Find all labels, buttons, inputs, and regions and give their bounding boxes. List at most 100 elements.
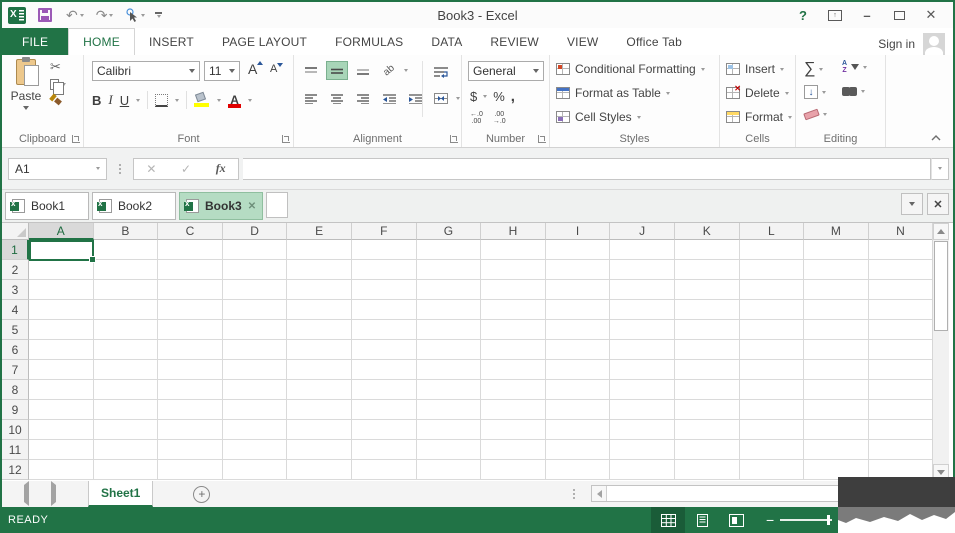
cell[interactable] xyxy=(610,460,675,480)
cell[interactable] xyxy=(158,380,223,400)
cell[interactable] xyxy=(675,400,740,420)
cell[interactable] xyxy=(223,380,288,400)
cell[interactable] xyxy=(610,300,675,320)
row-header[interactable]: 8 xyxy=(2,380,29,400)
cell[interactable] xyxy=(287,240,352,260)
cell[interactable] xyxy=(352,280,417,300)
column-header[interactable]: E xyxy=(287,223,352,240)
sheet-tab[interactable]: Sheet1 xyxy=(88,481,153,507)
ribbon-tab[interactable]: PAGE LAYOUT xyxy=(208,28,321,55)
cell[interactable] xyxy=(869,240,934,260)
cell[interactable] xyxy=(740,360,805,380)
row-header[interactable]: 11 xyxy=(2,440,29,460)
cell[interactable] xyxy=(610,240,675,260)
cell[interactable] xyxy=(29,400,94,420)
cell[interactable] xyxy=(675,460,740,480)
cell[interactable] xyxy=(610,440,675,460)
cell[interactable] xyxy=(610,340,675,360)
accounting-dropdown-icon[interactable] xyxy=(483,95,487,98)
workbook-tab-close-icon[interactable]: ✕ xyxy=(248,201,256,212)
cell[interactable] xyxy=(675,300,740,320)
workbook-tab[interactable]: Book1 ✕ xyxy=(5,192,89,220)
ribbon-tab[interactable]: INSERT xyxy=(135,28,208,55)
cell[interactable] xyxy=(223,240,288,260)
cell[interactable] xyxy=(223,340,288,360)
cell[interactable] xyxy=(352,460,417,480)
cell[interactable] xyxy=(804,380,869,400)
scroll-left-button[interactable] xyxy=(592,486,607,501)
paste-button[interactable]: Paste xyxy=(6,59,46,131)
column-header[interactable]: H xyxy=(481,223,546,240)
close-button[interactable]: ✕ xyxy=(917,5,945,25)
conditional-formatting-button[interactable]: Conditional Formatting xyxy=(556,62,705,76)
formula-bar-grip[interactable] xyxy=(119,164,121,174)
cell[interactable] xyxy=(869,340,934,360)
undo-dropdown-icon[interactable] xyxy=(80,14,84,17)
borders-dropdown-icon[interactable] xyxy=(175,99,179,102)
sign-in-link[interactable]: Sign in xyxy=(878,37,915,51)
ribbon-tab[interactable]: VIEW xyxy=(553,28,612,55)
cell[interactable] xyxy=(223,320,288,340)
new-workbook-tab-stub[interactable] xyxy=(266,192,288,218)
column-header[interactable]: I xyxy=(546,223,611,240)
italic-button[interactable]: I xyxy=(108,92,112,108)
cell[interactable] xyxy=(546,460,611,480)
column-header[interactable]: N xyxy=(869,223,934,240)
grow-font-button[interactable]: A xyxy=(248,61,263,77)
collapse-ribbon-button[interactable] xyxy=(931,135,941,141)
cell[interactable] xyxy=(29,420,94,440)
accounting-format-button[interactable]: $ xyxy=(470,89,477,104)
cell[interactable] xyxy=(223,420,288,440)
cell[interactable] xyxy=(158,260,223,280)
sheet-bar-grip[interactable] xyxy=(573,489,575,499)
cell[interactable] xyxy=(94,300,159,320)
bold-button[interactable]: B xyxy=(92,93,101,108)
vertical-scrollbar-thumb[interactable] xyxy=(934,241,948,331)
cell[interactable] xyxy=(481,460,546,480)
cell[interactable] xyxy=(481,380,546,400)
cell[interactable] xyxy=(158,460,223,480)
undo-button[interactable]: ↶ xyxy=(66,8,84,22)
cell[interactable] xyxy=(158,320,223,340)
align-center-button[interactable] xyxy=(326,89,348,108)
cell[interactable] xyxy=(29,260,94,280)
cell[interactable] xyxy=(417,340,482,360)
wrap-text-button[interactable] xyxy=(430,62,452,81)
number-dialog-launcher[interactable] xyxy=(538,135,546,143)
align-left-button[interactable] xyxy=(300,89,322,108)
cell[interactable] xyxy=(675,240,740,260)
ribbon-tab[interactable]: DATA xyxy=(417,28,476,55)
font-name-select[interactable]: Calibri xyxy=(92,61,200,81)
cell[interactable] xyxy=(546,360,611,380)
cell[interactable] xyxy=(740,420,805,440)
cell[interactable] xyxy=(287,260,352,280)
cell[interactable] xyxy=(94,440,159,460)
ribbon-tab[interactable]: FILE xyxy=(2,28,68,55)
increase-decimal-button[interactable]: ←.0 .00 xyxy=(470,111,483,125)
cell[interactable] xyxy=(29,460,94,480)
cell[interactable] xyxy=(481,440,546,460)
cell[interactable] xyxy=(546,240,611,260)
cell[interactable] xyxy=(94,340,159,360)
cell[interactable] xyxy=(94,380,159,400)
cell[interactable] xyxy=(352,260,417,280)
cell[interactable] xyxy=(740,400,805,420)
ribbon-tab[interactable]: HOME xyxy=(68,28,135,55)
cell[interactable] xyxy=(740,240,805,260)
cell[interactable] xyxy=(94,240,159,260)
find-select-button[interactable] xyxy=(842,87,865,96)
select-all-corner[interactable] xyxy=(2,223,29,240)
font-size-select[interactable]: 11 xyxy=(204,61,240,81)
normal-view-button[interactable] xyxy=(651,507,685,533)
customize-qat-button[interactable] xyxy=(155,12,162,18)
top-align-button[interactable] xyxy=(300,61,322,80)
row-header[interactable]: 9 xyxy=(2,400,29,420)
cell[interactable] xyxy=(546,440,611,460)
close-workbook-button[interactable]: ✕ xyxy=(927,193,949,215)
column-header[interactable]: J xyxy=(610,223,675,240)
cell[interactable] xyxy=(675,340,740,360)
cell[interactable] xyxy=(94,420,159,440)
merge-center-button[interactable] xyxy=(430,89,452,108)
cell[interactable] xyxy=(158,280,223,300)
cell[interactable] xyxy=(417,360,482,380)
